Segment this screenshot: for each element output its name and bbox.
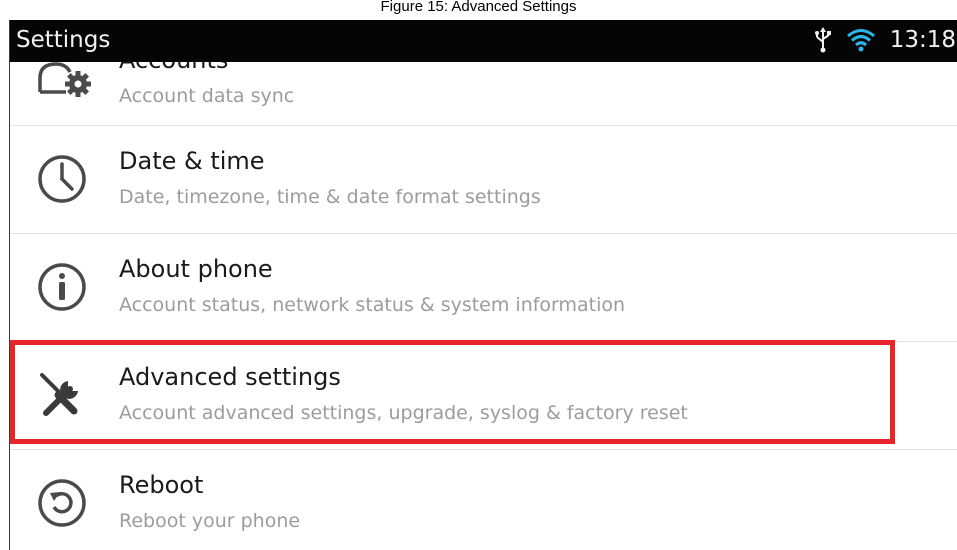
wifi-icon [846,28,876,52]
status-bar: Settings 13:18 [10,20,957,62]
settings-item-date-time[interactable]: Date & time Date, timezone, time & date … [10,126,957,234]
settings-item-subtitle: Account status, network status & system … [119,294,626,316]
settings-item-advanced-settings[interactable]: Advanced settings Account advanced setti… [10,342,957,450]
settings-item-reboot[interactable]: Reboot Reboot your phone [10,450,957,550]
settings-item-title: Reboot [119,471,204,499]
settings-list: Accounts Account data sync Date & time D… [10,62,957,550]
settings-item-subtitle: Account data sync [119,85,295,107]
settings-item-title: Date & time [119,147,265,175]
usb-icon [814,27,832,53]
reboot-icon [36,477,88,529]
info-icon [36,261,88,313]
figure-caption-text: Figure 15: Advanced Settings [380,0,577,15]
settings-item-accounts[interactable]: Accounts Account data sync [10,62,957,126]
clock-icon [36,153,88,205]
settings-item-about-phone[interactable]: About phone Account status, network stat… [10,234,957,342]
settings-item-title: Accounts [119,62,228,74]
settings-item-subtitle: Reboot your phone [119,510,301,532]
status-bar-title: Settings [16,27,111,53]
settings-item-title: Advanced settings [119,363,341,391]
figure-caption: Figure 15: Advanced Settings [0,0,957,20]
accounts-icon [36,62,91,108]
settings-item-subtitle: Date, timezone, time & date format setti… [119,186,541,208]
status-bar-indicators: 13:18 [814,25,956,55]
status-bar-time: 13:18 [889,27,956,53]
settings-screen: Settings 13:18 Account data sync Date & … [9,20,957,550]
tools-icon [36,369,88,421]
settings-item-title: About phone [119,255,273,283]
settings-item-subtitle: Account advanced settings, upgrade, sysl… [119,402,688,424]
